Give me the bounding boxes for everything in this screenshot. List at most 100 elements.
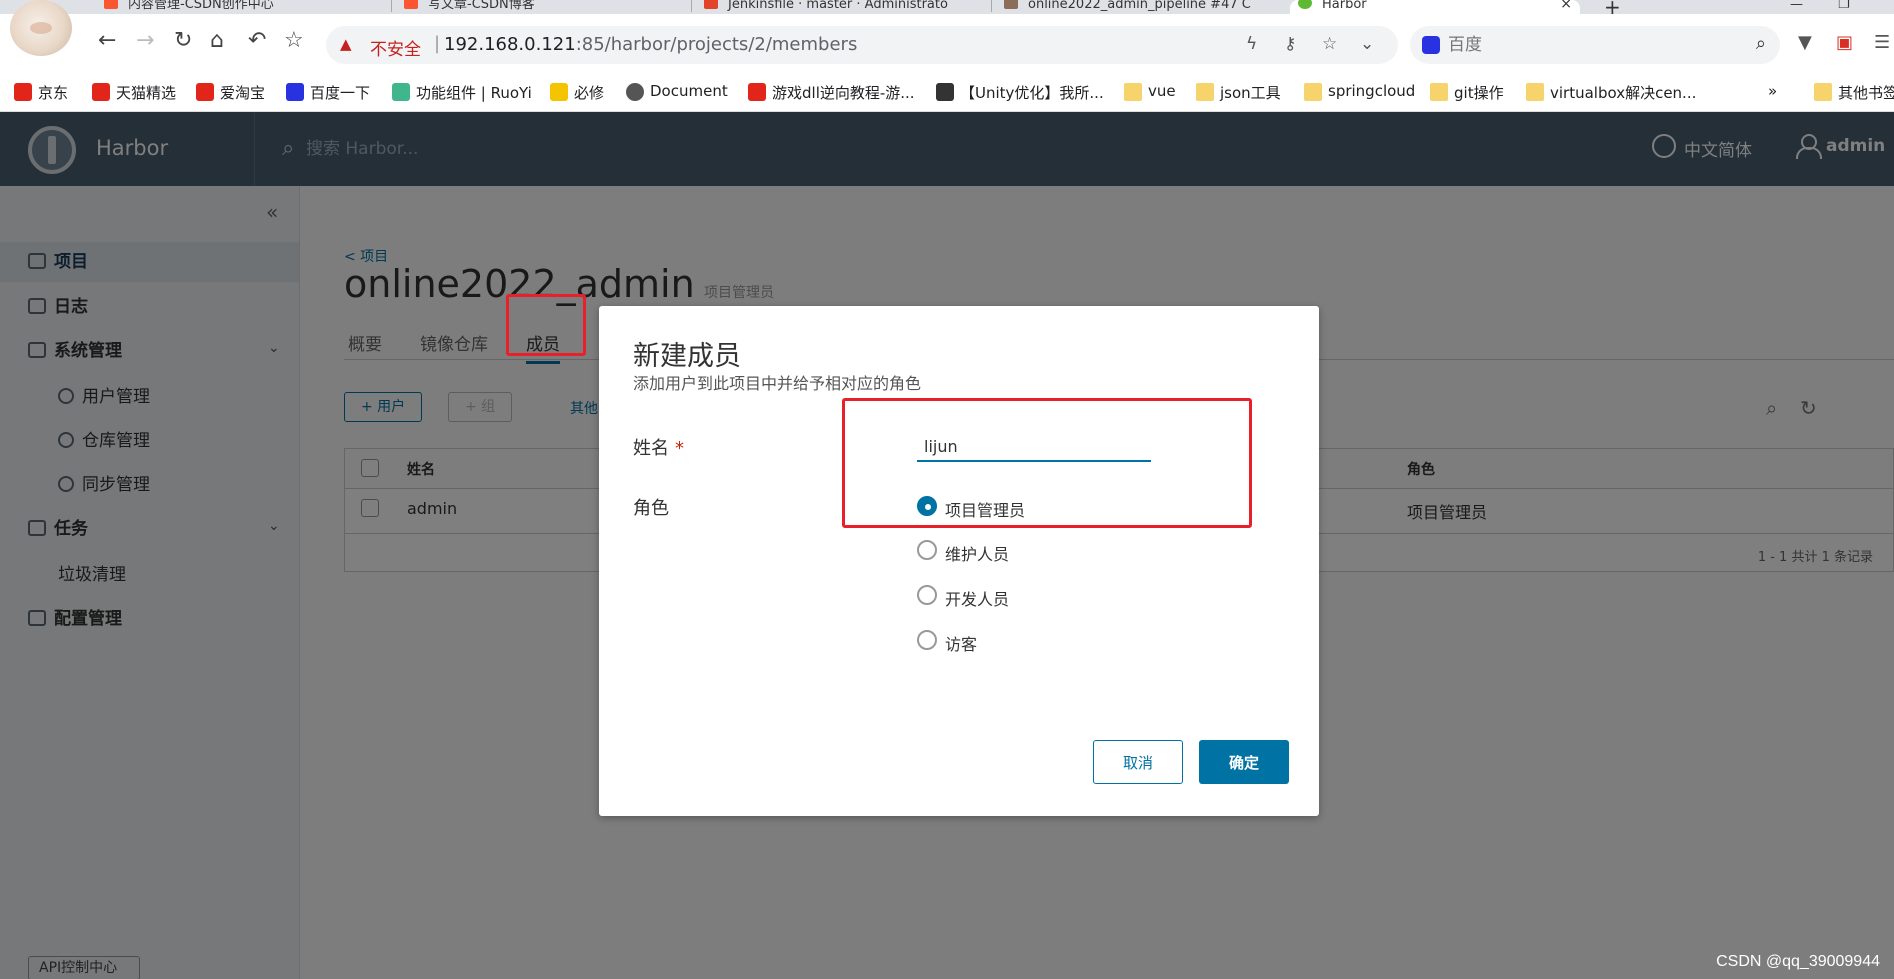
new-member-dialog: 新建成员 添加用户到此项目中并给予相对应的角色 姓名* 角色 项目管理员 维护人…: [599, 306, 1319, 816]
bookmark-folder[interactable]: vue: [1124, 82, 1176, 101]
restore-icon[interactable]: ❐: [1838, 0, 1850, 12]
home-icon[interactable]: ⌂: [210, 30, 224, 52]
globe-icon: [626, 83, 644, 101]
bookmark-item[interactable]: 游戏dll逆向教程-游...: [748, 82, 915, 103]
bookmark-label: 京东: [38, 84, 69, 102]
tutorial-icon: [748, 83, 766, 101]
bookmark-item[interactable]: 百度一下: [286, 82, 370, 103]
bookmark-item[interactable]: Document: [626, 82, 728, 101]
lightning-icon[interactable]: ϟ: [1246, 34, 1257, 54]
jd-icon: [14, 83, 32, 101]
extension-v-icon[interactable]: ▼: [1798, 32, 1812, 53]
jenkins-favicon-icon: [1004, 0, 1018, 9]
bookmark-label: 其他书签: [1838, 84, 1894, 102]
minimize-icon[interactable]: —: [1790, 0, 1803, 12]
bixiu-icon: [550, 83, 568, 101]
bookmark-item[interactable]: 爱淘宝: [196, 82, 265, 103]
name-label: 姓名 *: [633, 434, 684, 460]
browser-tab-active[interactable]: Harbor ×: [1290, 0, 1580, 14]
bookmark-folder[interactable]: virtualbox解决cen...: [1526, 82, 1696, 103]
radio-button[interactable]: [917, 585, 937, 605]
insecure-label[interactable]: 不安全: [370, 35, 421, 60]
watermark: CSDN @qq_39009944: [1716, 953, 1880, 970]
gitlab-favicon-icon: [704, 0, 718, 9]
browser-tab[interactable]: 写文章-CSDN博客: [396, 0, 692, 14]
back-icon[interactable]: ←: [98, 30, 116, 52]
bookmark-label: 【Unity优化】我所...: [960, 84, 1104, 102]
unity-icon: [936, 83, 954, 101]
radio-label[interactable]: 访客: [945, 631, 977, 655]
search-engine-box[interactable]: ⌕: [1410, 26, 1780, 64]
reload-icon[interactable]: ↻: [174, 30, 192, 52]
bookmark-label: 百度一下: [310, 84, 371, 102]
search-icon[interactable]: ⌕: [1756, 33, 1766, 54]
pdf-extension-icon[interactable]: ▣: [1836, 32, 1853, 53]
tab-title: 内容管理-CSDN创作中心: [128, 0, 274, 12]
url-text[interactable]: 192.168.0.121:85/harbor/projects/2/membe…: [444, 34, 857, 55]
bookmark-item[interactable]: 京东: [14, 82, 68, 103]
csdn-favicon-icon: [404, 0, 418, 9]
tab-separator: [691, 0, 692, 12]
close-tab-icon[interactable]: ×: [1560, 0, 1572, 11]
tmall-icon: [92, 83, 110, 101]
bookmark-label: 爱淘宝: [220, 84, 266, 102]
folder-icon: [1430, 83, 1448, 101]
name-label-text: 姓名: [633, 438, 669, 459]
bookmark-folder[interactable]: json工具: [1196, 82, 1281, 103]
browser-tab[interactable]: Jenkinsfile · master · Administrato: [696, 0, 992, 14]
baidu-icon: [1422, 36, 1440, 54]
browser-tab[interactable]: 内容管理-CSDN创作中心: [96, 0, 392, 14]
other-bookmarks-folder[interactable]: 其他书签: [1814, 82, 1894, 103]
tab-separator: [991, 0, 992, 12]
ruoyi-icon: [392, 83, 410, 101]
bookmark-star-icon[interactable]: ☆: [284, 30, 304, 52]
confirm-button[interactable]: 确定: [1199, 740, 1289, 784]
url-omnibox[interactable]: ▲ 不安全 | 192.168.0.121:85/harbor/projects…: [326, 26, 1398, 64]
bookmark-label: git操作: [1454, 84, 1504, 102]
radio-button[interactable]: [917, 630, 937, 650]
taobao-icon: [196, 83, 214, 101]
browser-tab-strip: 内容管理-CSDN创作中心 写文章-CSDN博客 Jenkinsfile · m…: [0, 0, 1894, 19]
csdn-favicon-icon: [104, 0, 118, 9]
bookmarks-overflow-button[interactable]: »: [1768, 82, 1777, 100]
forward-icon[interactable]: →: [136, 30, 154, 52]
folder-icon: [1304, 83, 1322, 101]
browser-profile-avatar[interactable]: [10, 0, 72, 56]
omnibox-divider: |: [434, 33, 441, 54]
bookmark-label: 必修: [574, 84, 605, 102]
undo-icon[interactable]: ↶: [248, 30, 266, 52]
harbor-favicon-icon: [1298, 0, 1312, 9]
tab-title: Jenkinsfile · master · Administrato: [728, 0, 948, 12]
bookmark-label: Document: [650, 82, 728, 100]
folder-icon: [1124, 83, 1142, 101]
key-icon[interactable]: ⚷: [1284, 34, 1296, 54]
radio-label[interactable]: 开发人员: [945, 586, 1009, 610]
bookmark-label: 天猫精选: [116, 84, 177, 102]
bookmark-folder[interactable]: git操作: [1430, 82, 1504, 103]
chevron-down-icon[interactable]: ⌄: [1360, 34, 1374, 54]
bookmark-item[interactable]: 必修: [550, 82, 604, 103]
url-host: 192.168.0.121: [444, 34, 576, 55]
url-path: :85/harbor/projects/2/members: [575, 34, 858, 55]
search-input[interactable]: [1448, 32, 1728, 58]
bookmark-item[interactable]: 天猫精选: [92, 82, 176, 103]
bookmark-label: vue: [1148, 82, 1176, 100]
baidu-paw-icon: [286, 83, 304, 101]
bookmark-item[interactable]: 功能组件 | RuoYi: [392, 82, 532, 103]
star-icon[interactable]: ☆: [1322, 34, 1337, 54]
tab-title: online2022_admin_pipeline #47 C: [1028, 0, 1251, 12]
bookmark-label: virtualbox解决cen...: [1550, 84, 1697, 102]
annotation-box-members-tab: [506, 294, 586, 356]
radio-label[interactable]: 维护人员: [945, 541, 1009, 565]
tab-title: 写文章-CSDN博客: [428, 0, 535, 12]
radio-button[interactable]: [917, 540, 937, 560]
bookmarks-bar: 京东 天猫精选 爱淘宝 百度一下 功能组件 | RuoYi 必修 Documen…: [0, 74, 1894, 112]
menu-icon[interactable]: ☰: [1874, 32, 1890, 53]
cancel-button[interactable]: 取消: [1093, 740, 1183, 784]
bookmark-label: springcloud: [1328, 82, 1416, 100]
bookmark-item[interactable]: 【Unity优化】我所...: [936, 82, 1104, 103]
bookmark-folder[interactable]: springcloud: [1304, 82, 1416, 101]
required-mark: *: [675, 438, 684, 459]
role-label: 角色: [633, 498, 669, 519]
browser-tab[interactable]: online2022_admin_pipeline #47 C: [996, 0, 1286, 14]
